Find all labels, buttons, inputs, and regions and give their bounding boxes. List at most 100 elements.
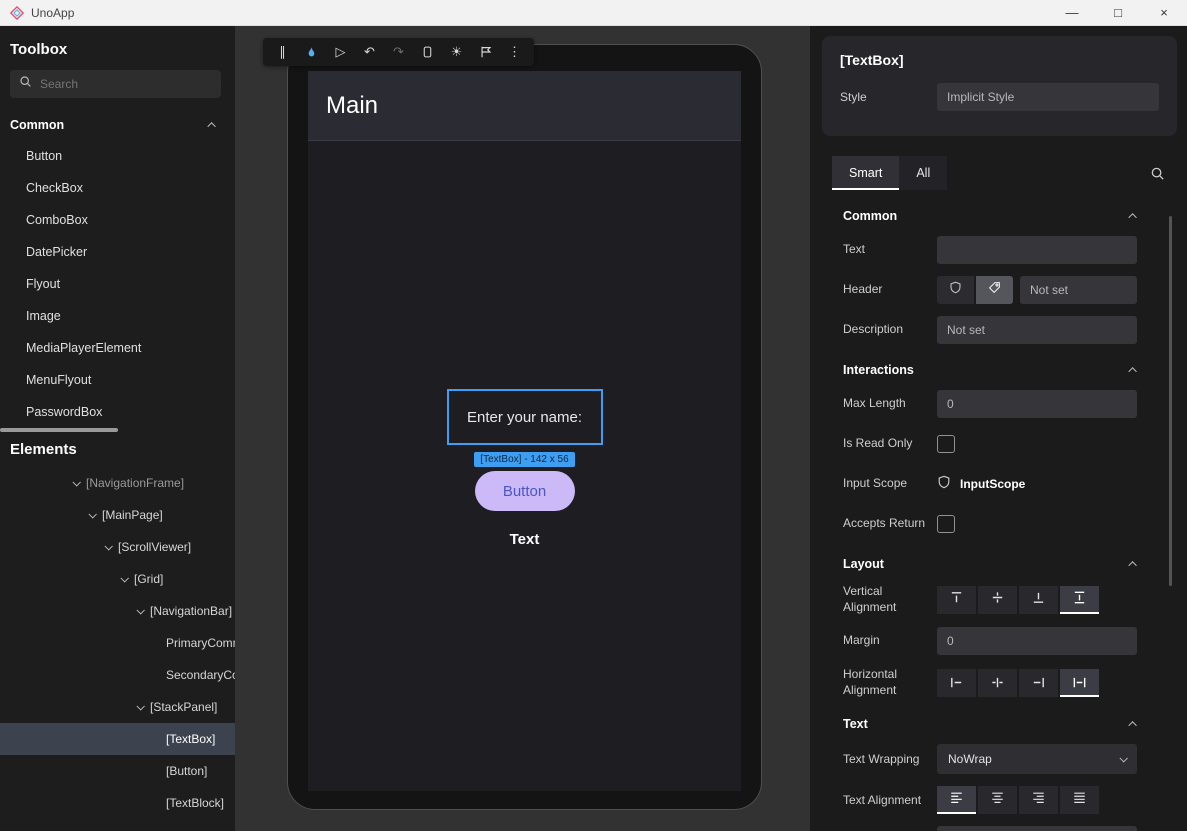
toolbox-item[interactable]: MediaPlayerElement: [0, 332, 235, 364]
align-hcenter-button[interactable]: [978, 669, 1017, 697]
text-align-center-button[interactable]: [978, 786, 1017, 814]
chevron-down-icon: [68, 480, 84, 486]
close-button[interactable]: ×: [1141, 0, 1187, 25]
maximize-button[interactable]: □: [1095, 0, 1141, 25]
search-icon: [19, 75, 32, 93]
section-layout[interactable]: Layout: [843, 550, 1137, 578]
minimize-button[interactable]: —: [1049, 0, 1095, 25]
toolbox-item-label: DatePicker: [26, 245, 87, 259]
play-icon[interactable]: ▷: [331, 38, 350, 66]
property-row-description: Description: [843, 316, 1137, 344]
tree-item[interactable]: [Grid]: [0, 563, 235, 595]
margin-input[interactable]: [937, 627, 1137, 655]
tree-item[interactable]: [NavigationBar]: [0, 595, 235, 627]
canvas-button-label: Button: [503, 483, 546, 500]
vertical-alignment-group: [937, 586, 1099, 614]
header-literal-toggle[interactable]: [976, 276, 1013, 304]
description-input[interactable]: [937, 316, 1137, 344]
align-vcenter-button[interactable]: [978, 586, 1017, 614]
device-frame-icon[interactable]: [418, 38, 437, 66]
align-hstretch-button[interactable]: [1060, 669, 1099, 697]
inspector-scrollbar-thumb[interactable]: [1169, 216, 1172, 586]
undo-icon[interactable]: ↶: [360, 38, 379, 66]
header-input[interactable]: [1020, 276, 1137, 304]
toolbox-section-common[interactable]: Common: [0, 110, 235, 140]
align-right-button[interactable]: [1019, 669, 1058, 697]
text-input[interactable]: [937, 236, 1137, 264]
placeholder-input[interactable]: [937, 826, 1137, 831]
inspector-tabs: Smart All: [832, 156, 1165, 190]
hot-reload-flame-icon[interactable]: [302, 38, 321, 66]
chevron-down-icon: [1119, 754, 1127, 762]
toolbox-item-label: MenuFlyout: [26, 373, 91, 387]
more-icon[interactable]: ⋮: [505, 38, 524, 66]
toolbox-item[interactable]: ComboBox: [0, 204, 235, 236]
toolbox-item[interactable]: Button: [0, 140, 235, 172]
toolbox-item[interactable]: Image: [0, 300, 235, 332]
tree-item[interactable]: [TextBox]: [0, 723, 235, 755]
tree-item[interactable]: [MainPage]: [0, 499, 235, 531]
text-align-right-icon: [1031, 791, 1046, 810]
text-align-left-button[interactable]: [937, 786, 976, 814]
accepts-return-checkbox[interactable]: [937, 515, 955, 533]
toolbox-search[interactable]: [10, 70, 221, 98]
align-left-icon: [949, 675, 964, 690]
chevron-up-icon: [1128, 367, 1136, 375]
chevron-up-icon: [1128, 722, 1136, 730]
navigation-bar[interactable]: Main: [308, 71, 741, 141]
theme-icon[interactable]: ☀: [447, 38, 466, 66]
tree-item[interactable]: [NavigationFrame]: [0, 467, 235, 499]
align-left-button[interactable]: [937, 669, 976, 697]
app-title: UnoApp: [31, 6, 74, 20]
device-frame: Main Enter your name: [TextBox] - 142 x …: [287, 44, 762, 810]
search-icon[interactable]: [1150, 166, 1165, 181]
input-scope-value[interactable]: InputScope: [960, 477, 1025, 491]
tab-smart[interactable]: Smart: [832, 156, 899, 190]
chevron-down-icon: [132, 608, 148, 614]
align-bottom-button[interactable]: [1019, 586, 1058, 614]
toolbox-item[interactable]: Flyout: [0, 268, 235, 300]
property-row-horizontal-alignment: Horizontal Alignment: [843, 667, 1137, 698]
chevron-down-icon: [100, 544, 116, 550]
section-interactions[interactable]: Interactions: [843, 356, 1137, 384]
tree-item[interactable]: [TextBlock]: [0, 787, 235, 819]
text-align-right-button[interactable]: [1019, 786, 1058, 814]
tree-item[interactable]: [ScrollViewer]: [0, 531, 235, 563]
align-right-icon: [1031, 675, 1046, 690]
text-align-justify-button[interactable]: [1060, 786, 1099, 814]
toolbox-scrollbar-thumb[interactable]: [0, 428, 118, 432]
horizontal-alignment-group: [937, 669, 1099, 697]
tree-item[interactable]: PrimaryComm: [0, 627, 235, 659]
search-input[interactable]: [40, 77, 212, 91]
align-top-button[interactable]: [937, 586, 976, 614]
max-length-label: Max Length: [843, 396, 937, 412]
align-vstretch-button[interactable]: [1060, 586, 1099, 614]
toolbox-item[interactable]: PasswordBox: [0, 396, 235, 428]
section-common[interactable]: Common: [843, 202, 1137, 230]
redo-icon[interactable]: ↷: [389, 38, 408, 66]
align-hstretch-icon: [1072, 675, 1087, 690]
tree-item[interactable]: [Button]: [0, 755, 235, 787]
header-binding-toggle[interactable]: [937, 276, 974, 304]
toolbox-item[interactable]: DatePicker: [0, 236, 235, 268]
read-only-checkbox[interactable]: [937, 435, 955, 453]
text-wrapping-dropdown[interactable]: NoWrap: [937, 744, 1137, 774]
tree-item[interactable]: [StackPanel]: [0, 691, 235, 723]
tree-item-label: [MainPage]: [100, 508, 163, 522]
canvas-button[interactable]: Button: [475, 471, 575, 511]
properties-panel: [TextBox] Style Smart All Common Text He…: [810, 26, 1187, 831]
guides-icon[interactable]: [476, 38, 495, 66]
toolbox-item[interactable]: MenuFlyout: [0, 364, 235, 396]
max-length-input[interactable]: [937, 390, 1137, 418]
tab-all[interactable]: All: [899, 156, 947, 190]
section-text[interactable]: Text: [843, 710, 1137, 738]
horizontal-alignment-label: Horizontal Alignment: [843, 667, 937, 698]
text-wrapping-value: NoWrap: [948, 752, 992, 766]
toolbox-item[interactable]: CheckBox: [0, 172, 235, 204]
tree-item[interactable]: SecondaryCo: [0, 659, 235, 691]
canvas-textblock[interactable]: Text: [510, 531, 540, 548]
selected-element-title: [TextBox]: [840, 52, 1159, 68]
drag-handle-icon[interactable]: ∥: [273, 38, 292, 66]
canvas-textbox[interactable]: Enter your name:: [447, 389, 603, 445]
style-input[interactable]: [937, 83, 1159, 111]
